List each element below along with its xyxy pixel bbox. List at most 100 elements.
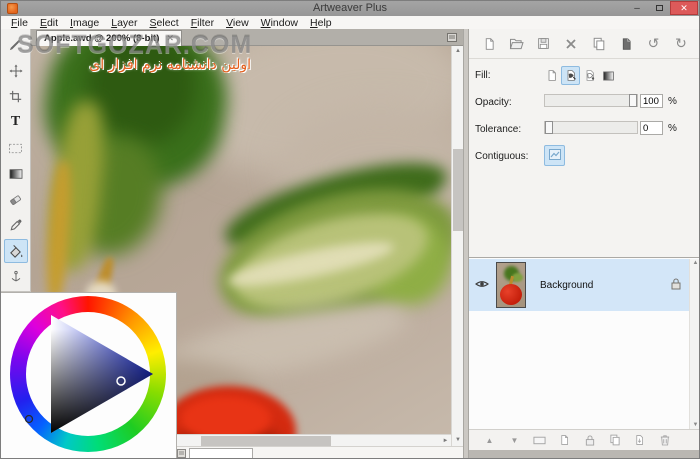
fill-blank-button[interactable]: [542, 66, 561, 85]
right-panel: ↺ ↻ Fill: Opacity: % Tolerance: % Contig…: [469, 29, 699, 458]
panel-bottom-strip: [469, 450, 699, 458]
menu-help[interactable]: Help: [304, 17, 338, 29]
layers-panel: Background ▲ ▼ ▲ ▼: [469, 257, 699, 458]
menu-filter[interactable]: Filter: [185, 17, 220, 29]
document-tab[interactable]: Apple.awd @ 200% (8-bit) ✕: [36, 30, 182, 46]
gradient-icon: [9, 168, 23, 180]
tolerance-unit: %: [668, 123, 677, 134]
contiguous-toggle[interactable]: [544, 145, 565, 166]
tab-close-icon[interactable]: ✕: [166, 33, 174, 44]
layers-scroll-up-icon[interactable]: ▲: [690, 260, 699, 266]
document-tab-bar: Apple.awd @ 200% (8-bit) ✕: [31, 29, 463, 46]
move-icon: [8, 64, 23, 78]
new-document-button[interactable]: [479, 34, 499, 54]
layer-name: Background: [540, 279, 594, 291]
paste-button[interactable]: [616, 34, 636, 54]
artweaver-window: Artweaver Plus – ✕ File Edit Image Layer…: [0, 0, 700, 459]
close-button[interactable]: ✕: [670, 1, 698, 15]
menu-file[interactable]: File: [5, 17, 34, 29]
close-document-button[interactable]: [561, 34, 581, 54]
tool-fill[interactable]: [3, 239, 28, 264]
hue-marker[interactable]: [24, 414, 34, 424]
layers-scroll-down-icon[interactable]: ▼: [690, 422, 699, 428]
tool-move[interactable]: [4, 59, 28, 83]
layer-visibility-eye-icon[interactable]: [475, 279, 489, 292]
fill-foreground-button[interactable]: [561, 66, 580, 85]
move-layer-up-icon[interactable]: ▲: [477, 432, 502, 448]
opacity-label: Opacity:: [475, 97, 512, 108]
tool-rect-select[interactable]: [4, 136, 28, 160]
undo-icon[interactable]: ↺: [644, 34, 664, 54]
maximize-icon: [655, 5, 663, 11]
panel-toolbar: ↺ ↻: [469, 29, 699, 59]
paint-bucket-icon: [8, 244, 24, 259]
fill-label: Fill:: [475, 70, 491, 81]
status-input[interactable]: [189, 448, 253, 458]
opacity-slider-thumb[interactable]: [629, 94, 637, 107]
title-bar: Artweaver Plus – ✕: [1, 1, 699, 16]
opacity-unit: %: [668, 96, 677, 107]
tool-text[interactable]: T: [4, 110, 28, 134]
contiguous-icon: [548, 148, 561, 163]
layer-thumbnail: [496, 262, 526, 308]
maximize-button[interactable]: [648, 1, 670, 15]
paint-stroke: [181, 396, 271, 434]
layer-properties-icon[interactable]: [527, 432, 552, 448]
copy-button[interactable]: [589, 34, 609, 54]
opacity-slider[interactable]: [544, 94, 638, 107]
duplicate-layer-icon[interactable]: [602, 432, 627, 448]
new-layer-icon[interactable]: [552, 432, 577, 448]
brush-icon: [8, 37, 23, 52]
open-button[interactable]: [506, 34, 526, 54]
menu-image[interactable]: Image: [64, 17, 105, 29]
fill-mode-group: [542, 66, 618, 85]
marquee-icon: [8, 142, 23, 155]
tool-anchor[interactable]: [4, 265, 28, 289]
tool-crop[interactable]: [4, 85, 28, 109]
tool-eraser[interactable]: [4, 188, 28, 212]
layer-row-background[interactable]: Background: [469, 259, 689, 311]
menu-bar: File Edit Image Layer Select Filter View…: [1, 16, 699, 30]
tool-brush[interactable]: [4, 33, 28, 57]
tool-eyedropper[interactable]: [4, 214, 28, 238]
merge-layer-icon[interactable]: [627, 432, 652, 448]
tolerance-value-input[interactable]: [640, 121, 663, 135]
tolerance-slider-thumb[interactable]: [545, 121, 553, 134]
color-picker-panel: [1, 292, 177, 459]
eraser-icon: [8, 193, 23, 207]
menu-layer[interactable]: Layer: [105, 17, 143, 29]
crop-icon: [9, 90, 22, 103]
opacity-value-input[interactable]: [640, 94, 663, 108]
sv-triangle[interactable]: [1, 293, 177, 459]
anchor-icon: [9, 270, 23, 284]
save-button[interactable]: [534, 34, 554, 54]
horizontal-scroll-thumb[interactable]: [201, 436, 331, 446]
minimize-button[interactable]: –: [626, 1, 648, 15]
layer-lock-icon[interactable]: [671, 278, 681, 293]
fill-gradient-button[interactable]: [599, 66, 618, 85]
vertical-scroll-thumb[interactable]: [453, 149, 463, 231]
tolerance-label: Tolerance:: [475, 124, 522, 135]
tab-list-icon[interactable]: [447, 33, 457, 45]
menu-edit[interactable]: Edit: [34, 17, 64, 29]
canvas-vertical-scrollbar[interactable]: ▲ ▼: [451, 46, 463, 446]
fill-background-button[interactable]: [580, 66, 599, 85]
text-tool-icon: T: [10, 114, 21, 130]
redo-icon[interactable]: ↻: [671, 34, 691, 54]
status-icon: [177, 449, 186, 458]
tool-bar: T: [1, 29, 31, 292]
layers-toolbar: ▲ ▼: [469, 429, 699, 450]
move-layer-down-icon[interactable]: ▼: [502, 432, 527, 448]
window-title: Artweaver Plus: [313, 2, 387, 14]
menu-window[interactable]: Window: [255, 17, 304, 29]
menu-view[interactable]: View: [220, 17, 255, 29]
tool-gradient[interactable]: [4, 162, 28, 186]
document-tab-label: Apple.awd @ 200% (8-bit): [44, 33, 160, 44]
lock-layer-icon[interactable]: [577, 432, 602, 448]
menu-select[interactable]: Select: [144, 17, 185, 29]
tolerance-slider[interactable]: [544, 121, 638, 134]
contiguous-label: Contiguous:: [475, 151, 529, 162]
delete-layer-icon[interactable]: [652, 432, 677, 448]
layers-scrollbar[interactable]: ▲ ▼: [689, 259, 699, 429]
eyedropper-icon: [9, 218, 23, 232]
